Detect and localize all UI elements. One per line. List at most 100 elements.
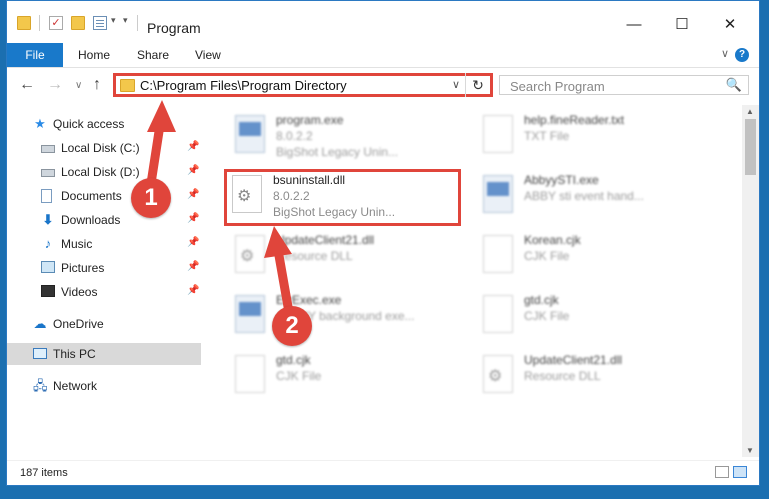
file-name: UpdateClient21.dll bbox=[276, 233, 375, 247]
separator bbox=[39, 15, 40, 31]
title-bar: ✓ ▾ ▾ Program — ☐ ✕ bbox=[7, 1, 759, 39]
back-button[interactable]: ← bbox=[19, 76, 35, 94]
file-item-help-finereader-txt[interactable]: help.fineReader.txt TXT File bbox=[475, 109, 715, 163]
new-folder-icon[interactable] bbox=[71, 16, 85, 30]
file-name: help.fineReader.txt bbox=[524, 113, 625, 127]
sidebar-item-local-disk-c[interactable]: Local Disk (C:) 📌 bbox=[7, 137, 201, 159]
tab-view[interactable]: View bbox=[195, 43, 221, 67]
close-button[interactable]: ✕ bbox=[707, 11, 753, 39]
file-type: TXT File bbox=[524, 129, 570, 143]
file-list: program.exe 8.0.2.2 BigShot Legacy Unin.… bbox=[203, 105, 737, 457]
ribbon: File Home Share View ∨ ? bbox=[7, 43, 759, 68]
pin-icon[interactable]: 📌 bbox=[187, 141, 199, 152]
sidebar-item-label: Documents bbox=[61, 189, 122, 203]
sidebar-item-label: Videos bbox=[61, 285, 98, 299]
computer-icon bbox=[33, 348, 47, 359]
dll-file-icon bbox=[235, 235, 265, 273]
sidebar-item-documents[interactable]: Documents 📌 bbox=[7, 185, 201, 207]
pin-icon[interactable]: 📌 bbox=[187, 261, 199, 272]
sidebar-item-music[interactable]: ♪ Music 📌 bbox=[7, 233, 201, 255]
sidebar-item-quick-access[interactable]: ★ Quick access bbox=[7, 113, 201, 135]
file-item-updateclient21-dll-2[interactable]: UpdateClient21.dll Resource DLL bbox=[475, 349, 715, 403]
sidebar-item-label: OneDrive bbox=[53, 317, 104, 331]
file-name: gtd.cjk bbox=[276, 353, 311, 367]
callout-step-1: 1 bbox=[131, 178, 171, 218]
tab-file[interactable]: File bbox=[7, 43, 63, 67]
search-box[interactable]: 🔍 bbox=[499, 75, 749, 95]
file-name: UpdateClient21.dll bbox=[524, 353, 623, 367]
pin-icon[interactable]: 📌 bbox=[187, 189, 199, 200]
forward-button[interactable]: → bbox=[47, 76, 63, 94]
sidebar-item-videos[interactable]: Videos 📌 bbox=[7, 281, 201, 303]
minimize-button[interactable]: — bbox=[611, 11, 657, 39]
file-type: CJK File bbox=[524, 309, 570, 323]
scroll-down-arrow-icon[interactable]: ▼ bbox=[746, 446, 754, 455]
file-description: BigShot Legacy Unin... bbox=[273, 205, 396, 219]
file-item-bsuninstall-dll[interactable]: bsuninstall.dll 8.0.2.2 BigShot Legacy U… bbox=[224, 169, 464, 223]
file-item-errexec-exe[interactable]: ErrExec.exe ABBYY background exe... bbox=[227, 289, 467, 343]
music-icon: ♪ bbox=[44, 236, 52, 251]
navigation-bar: ← → ∨ ↑ C:\Program Files\Program Directo… bbox=[7, 68, 759, 104]
pin-icon[interactable]: 📌 bbox=[187, 165, 199, 176]
sidebar-item-onedrive[interactable]: ☁ OneDrive bbox=[7, 313, 201, 335]
scrollbar-thumb[interactable] bbox=[745, 119, 756, 175]
file-item-program-exe[interactable]: program.exe 8.0.2.2 BigShot Legacy Unin.… bbox=[227, 109, 467, 163]
sidebar-item-label: Quick access bbox=[53, 117, 125, 131]
sidebar-item-label: Downloads bbox=[61, 213, 121, 227]
large-icons-view-icon[interactable] bbox=[733, 466, 747, 478]
file-type: Resource DLL bbox=[524, 369, 601, 383]
pin-icon[interactable]: 📌 bbox=[187, 237, 199, 248]
refresh-button[interactable]: ↻ bbox=[465, 73, 490, 97]
file-item-gtd-cjk-2[interactable]: gtd.cjk CJK File bbox=[475, 289, 715, 343]
help-icon[interactable]: ? bbox=[735, 48, 749, 62]
file-name: ErrExec.exe bbox=[276, 293, 342, 307]
maximize-button[interactable]: ☐ bbox=[659, 11, 705, 39]
address-path[interactable]: C:\Program Files\Program Directory bbox=[140, 78, 347, 93]
file-description: ABBY sti event hand... bbox=[524, 189, 644, 203]
vertical-scrollbar[interactable]: ▲ ▼ bbox=[742, 105, 759, 457]
tab-home[interactable]: Home bbox=[78, 43, 110, 67]
list-view-icon[interactable] bbox=[93, 16, 107, 30]
file-item-abbyysti-exe[interactable]: AbbyySTI.exe ABBY sti event hand... bbox=[475, 169, 715, 223]
sidebar-item-this-pc[interactable]: This PC bbox=[7, 343, 201, 365]
sidebar-item-pictures[interactable]: Pictures 📌 bbox=[7, 257, 201, 279]
sidebar-item-downloads[interactable]: ⬇ Downloads 📌 bbox=[7, 209, 201, 231]
address-bar[interactable]: C:\Program Files\Program Directory ∨ ↻ bbox=[113, 73, 493, 97]
file-item-korean-cjk[interactable]: Korean.cjk CJK File bbox=[475, 229, 715, 283]
sidebar-item-label: Music bbox=[61, 237, 93, 251]
recent-locations-chevron-icon[interactable]: ∨ bbox=[75, 80, 82, 91]
properties-check-icon[interactable]: ✓ bbox=[49, 16, 63, 30]
customize-dropdown-icon[interactable]: ▾ bbox=[111, 15, 116, 26]
document-file-icon bbox=[483, 235, 513, 273]
file-item-gtd-cjk[interactable]: gtd.cjk CJK File bbox=[227, 349, 467, 403]
exe-file-icon bbox=[235, 295, 265, 333]
file-version: 8.0.2.2 bbox=[276, 129, 313, 143]
search-icon[interactable]: 🔍 bbox=[726, 77, 742, 93]
address-dropdown-chevron-icon[interactable]: ∨ bbox=[452, 78, 460, 91]
callout-step-2: 2 bbox=[272, 306, 312, 346]
document-file-icon bbox=[483, 295, 513, 333]
item-count: 187 items bbox=[20, 467, 68, 479]
folder-icon bbox=[120, 79, 135, 92]
folder-icon bbox=[17, 16, 31, 30]
sidebar-item-label: Local Disk (D:) bbox=[61, 165, 140, 179]
sidebar-item-local-disk-d[interactable]: Local Disk (D:) 📌 bbox=[7, 161, 201, 183]
pictures-icon bbox=[41, 261, 55, 273]
pin-icon[interactable]: 📌 bbox=[187, 213, 199, 224]
highlighted-file-box: bsuninstall.dll 8.0.2.2 BigShot Legacy U… bbox=[224, 169, 461, 226]
scroll-up-arrow-icon[interactable]: ▲ bbox=[746, 107, 754, 116]
file-type: Resource DLL bbox=[276, 249, 353, 263]
file-item-updateclient21-dll[interactable]: UpdateClient21.dll Resource DLL bbox=[227, 229, 467, 283]
video-icon bbox=[41, 285, 55, 297]
file-type: CJK File bbox=[276, 369, 322, 383]
up-button[interactable]: ↑ bbox=[93, 76, 101, 94]
sidebar-item-network[interactable]: 🖧 Network bbox=[7, 375, 201, 397]
search-input[interactable] bbox=[508, 77, 712, 95]
pin-icon[interactable]: 📌 bbox=[187, 285, 199, 296]
details-view-icon[interactable] bbox=[715, 466, 729, 478]
document-file-icon bbox=[483, 115, 513, 153]
download-icon: ⬇ bbox=[42, 212, 54, 227]
tab-share[interactable]: Share bbox=[137, 43, 169, 67]
ribbon-expand-chevron-icon[interactable]: ∨ bbox=[721, 47, 729, 60]
quick-access-toolbar-chevron-icon[interactable]: ▾ bbox=[123, 15, 128, 26]
